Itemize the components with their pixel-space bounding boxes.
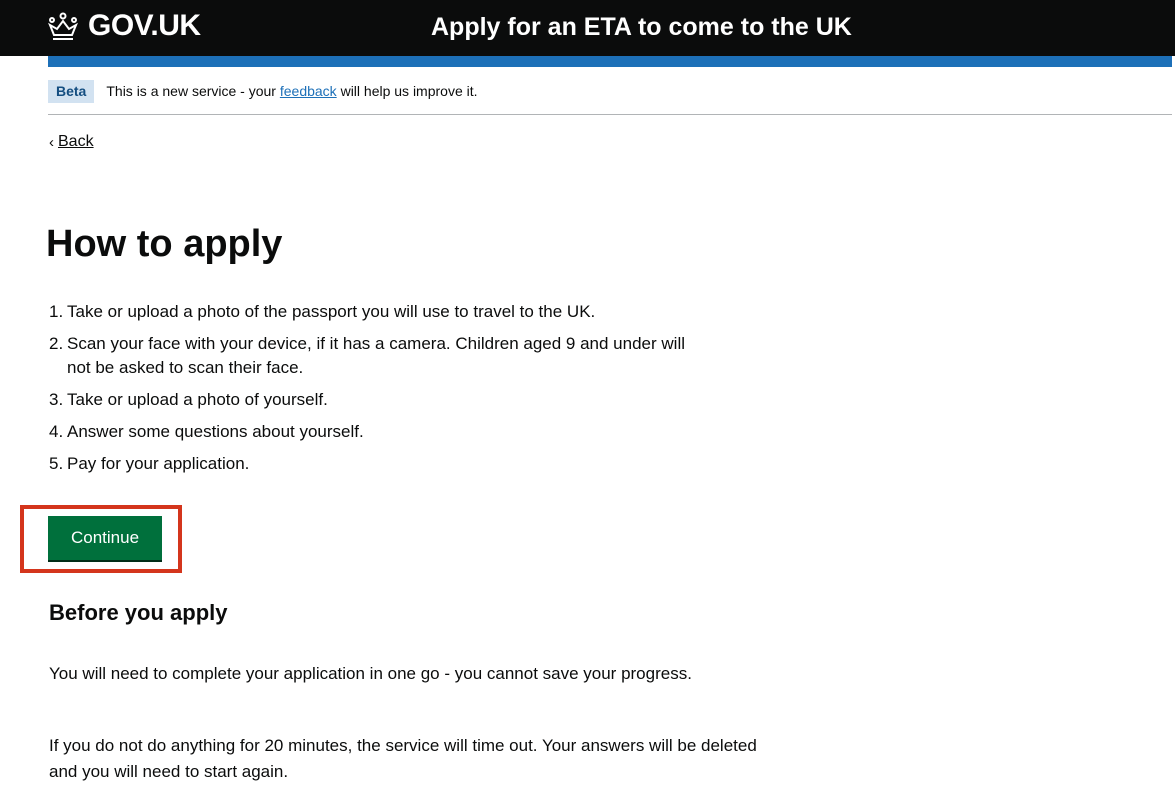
phase-banner: Beta This is a new service - your feedba… (48, 78, 1172, 115)
step-text: Answer some questions about yourself. (67, 422, 364, 441)
govuk-logo-link[interactable]: GOV.UK (46, 9, 201, 43)
service-name[interactable]: Apply for an ETA to come to the UK (431, 13, 852, 42)
save-progress-paragraph: You will need to complete your applicati… (49, 664, 692, 683)
list-item: 3. Take or upload a photo of yourself. (49, 388, 749, 412)
step-text: Scan your face with your device, if it h… (67, 334, 685, 377)
continue-button[interactable]: Continue (48, 516, 162, 560)
step-number: 1. (49, 302, 64, 321)
step-number: 4. (49, 422, 64, 441)
back-link-label: Back (58, 133, 94, 150)
phase-text-before: This is a new service - your (106, 83, 280, 99)
step-number: 3. (49, 390, 64, 409)
step-number: 5. (49, 454, 64, 473)
timeout-paragraph: If you do not do anything for 20 minutes… (49, 736, 757, 781)
list-item: 2. Scan your face with your device, if i… (49, 332, 749, 380)
list-item: 5. Pay for your application. (49, 452, 749, 476)
list-item: 4. Answer some questions about yourself. (49, 420, 749, 444)
crown-icon (48, 12, 78, 40)
step-text: Take or upload a photo of the passport y… (67, 302, 596, 321)
before-you-apply-heading: Before you apply (49, 600, 228, 625)
logo-text: GOV.UK (88, 9, 201, 42)
list-item: 1. Take or upload a photo of the passpor… (49, 300, 749, 324)
steps-list: 1. Take or upload a photo of the passpor… (49, 300, 749, 484)
page-title: How to apply (46, 223, 283, 265)
step-number: 2. (49, 334, 64, 353)
phase-text-after: will help us improve it. (336, 83, 478, 99)
phase-banner-text: This is a new service - your feedback wi… (106, 83, 477, 99)
header-blue-bar (48, 56, 1172, 67)
feedback-link[interactable]: feedback (280, 83, 337, 99)
site-header: GOV.UK Apply for an ETA to come to the U… (0, 0, 1175, 56)
back-link[interactable]: ‹ Back (49, 133, 94, 151)
chevron-left-icon: ‹ (49, 133, 54, 151)
beta-tag: Beta (48, 80, 95, 103)
step-text: Take or upload a photo of yourself. (67, 390, 328, 409)
step-text: Pay for your application. (67, 454, 250, 473)
